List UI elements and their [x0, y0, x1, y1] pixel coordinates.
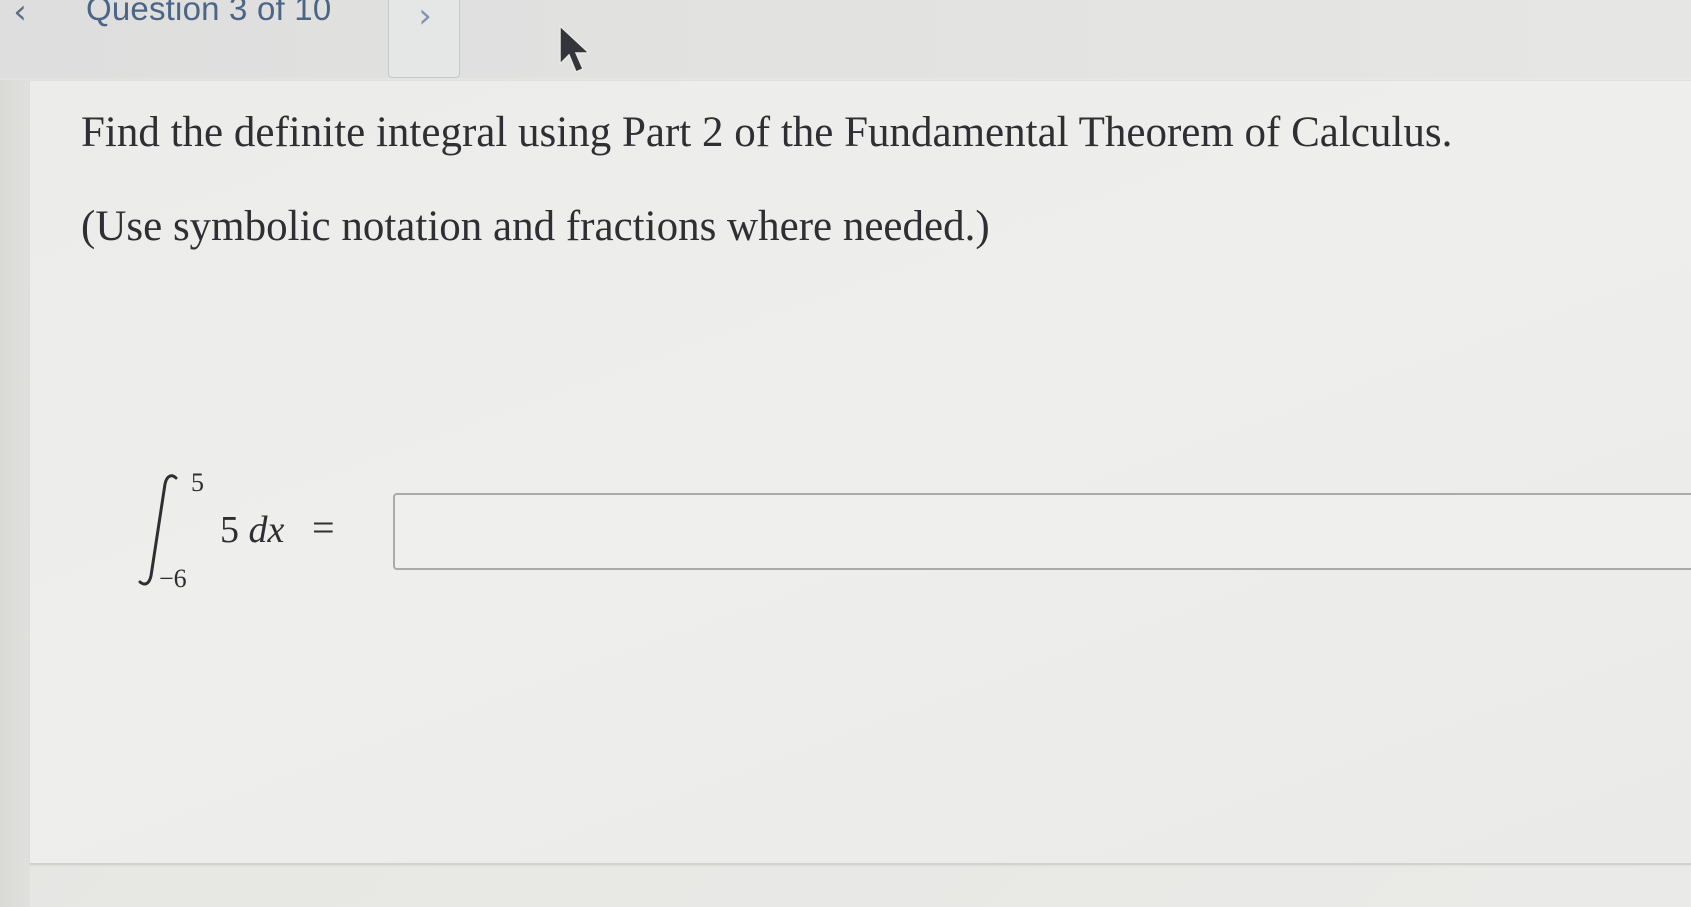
question-counter: Question 3 of 10	[86, 0, 332, 27]
differential: dx	[248, 509, 285, 551]
integral-expression: 5 −6 5 dx =	[134, 468, 374, 602]
previous-question-button[interactable]: ‹	[0, 0, 40, 32]
equals-sign: =	[312, 505, 335, 550]
chevron-left-icon: ‹	[13, 0, 27, 32]
question-navigation-bar: ‹ Question 3 of 10 ›	[0, 0, 1691, 78]
card-edge	[0, 80, 30, 907]
integrand-coefficient: 5	[220, 509, 239, 551]
chevron-right-icon: ›	[418, 0, 432, 36]
question-hint: (Use symbolic notation and fractions whe…	[81, 203, 990, 250]
mouse-pointer-icon	[559, 24, 591, 73]
next-question-button[interactable]: ›	[388, 0, 460, 78]
answer-input[interactable]	[393, 493, 1691, 570]
lower-limit: −6	[159, 564, 187, 593]
upper-limit: 5	[191, 468, 204, 497]
integrand: 5 dx	[220, 508, 284, 552]
question-prompt: Find the definite integral using Part 2 …	[81, 109, 1453, 156]
